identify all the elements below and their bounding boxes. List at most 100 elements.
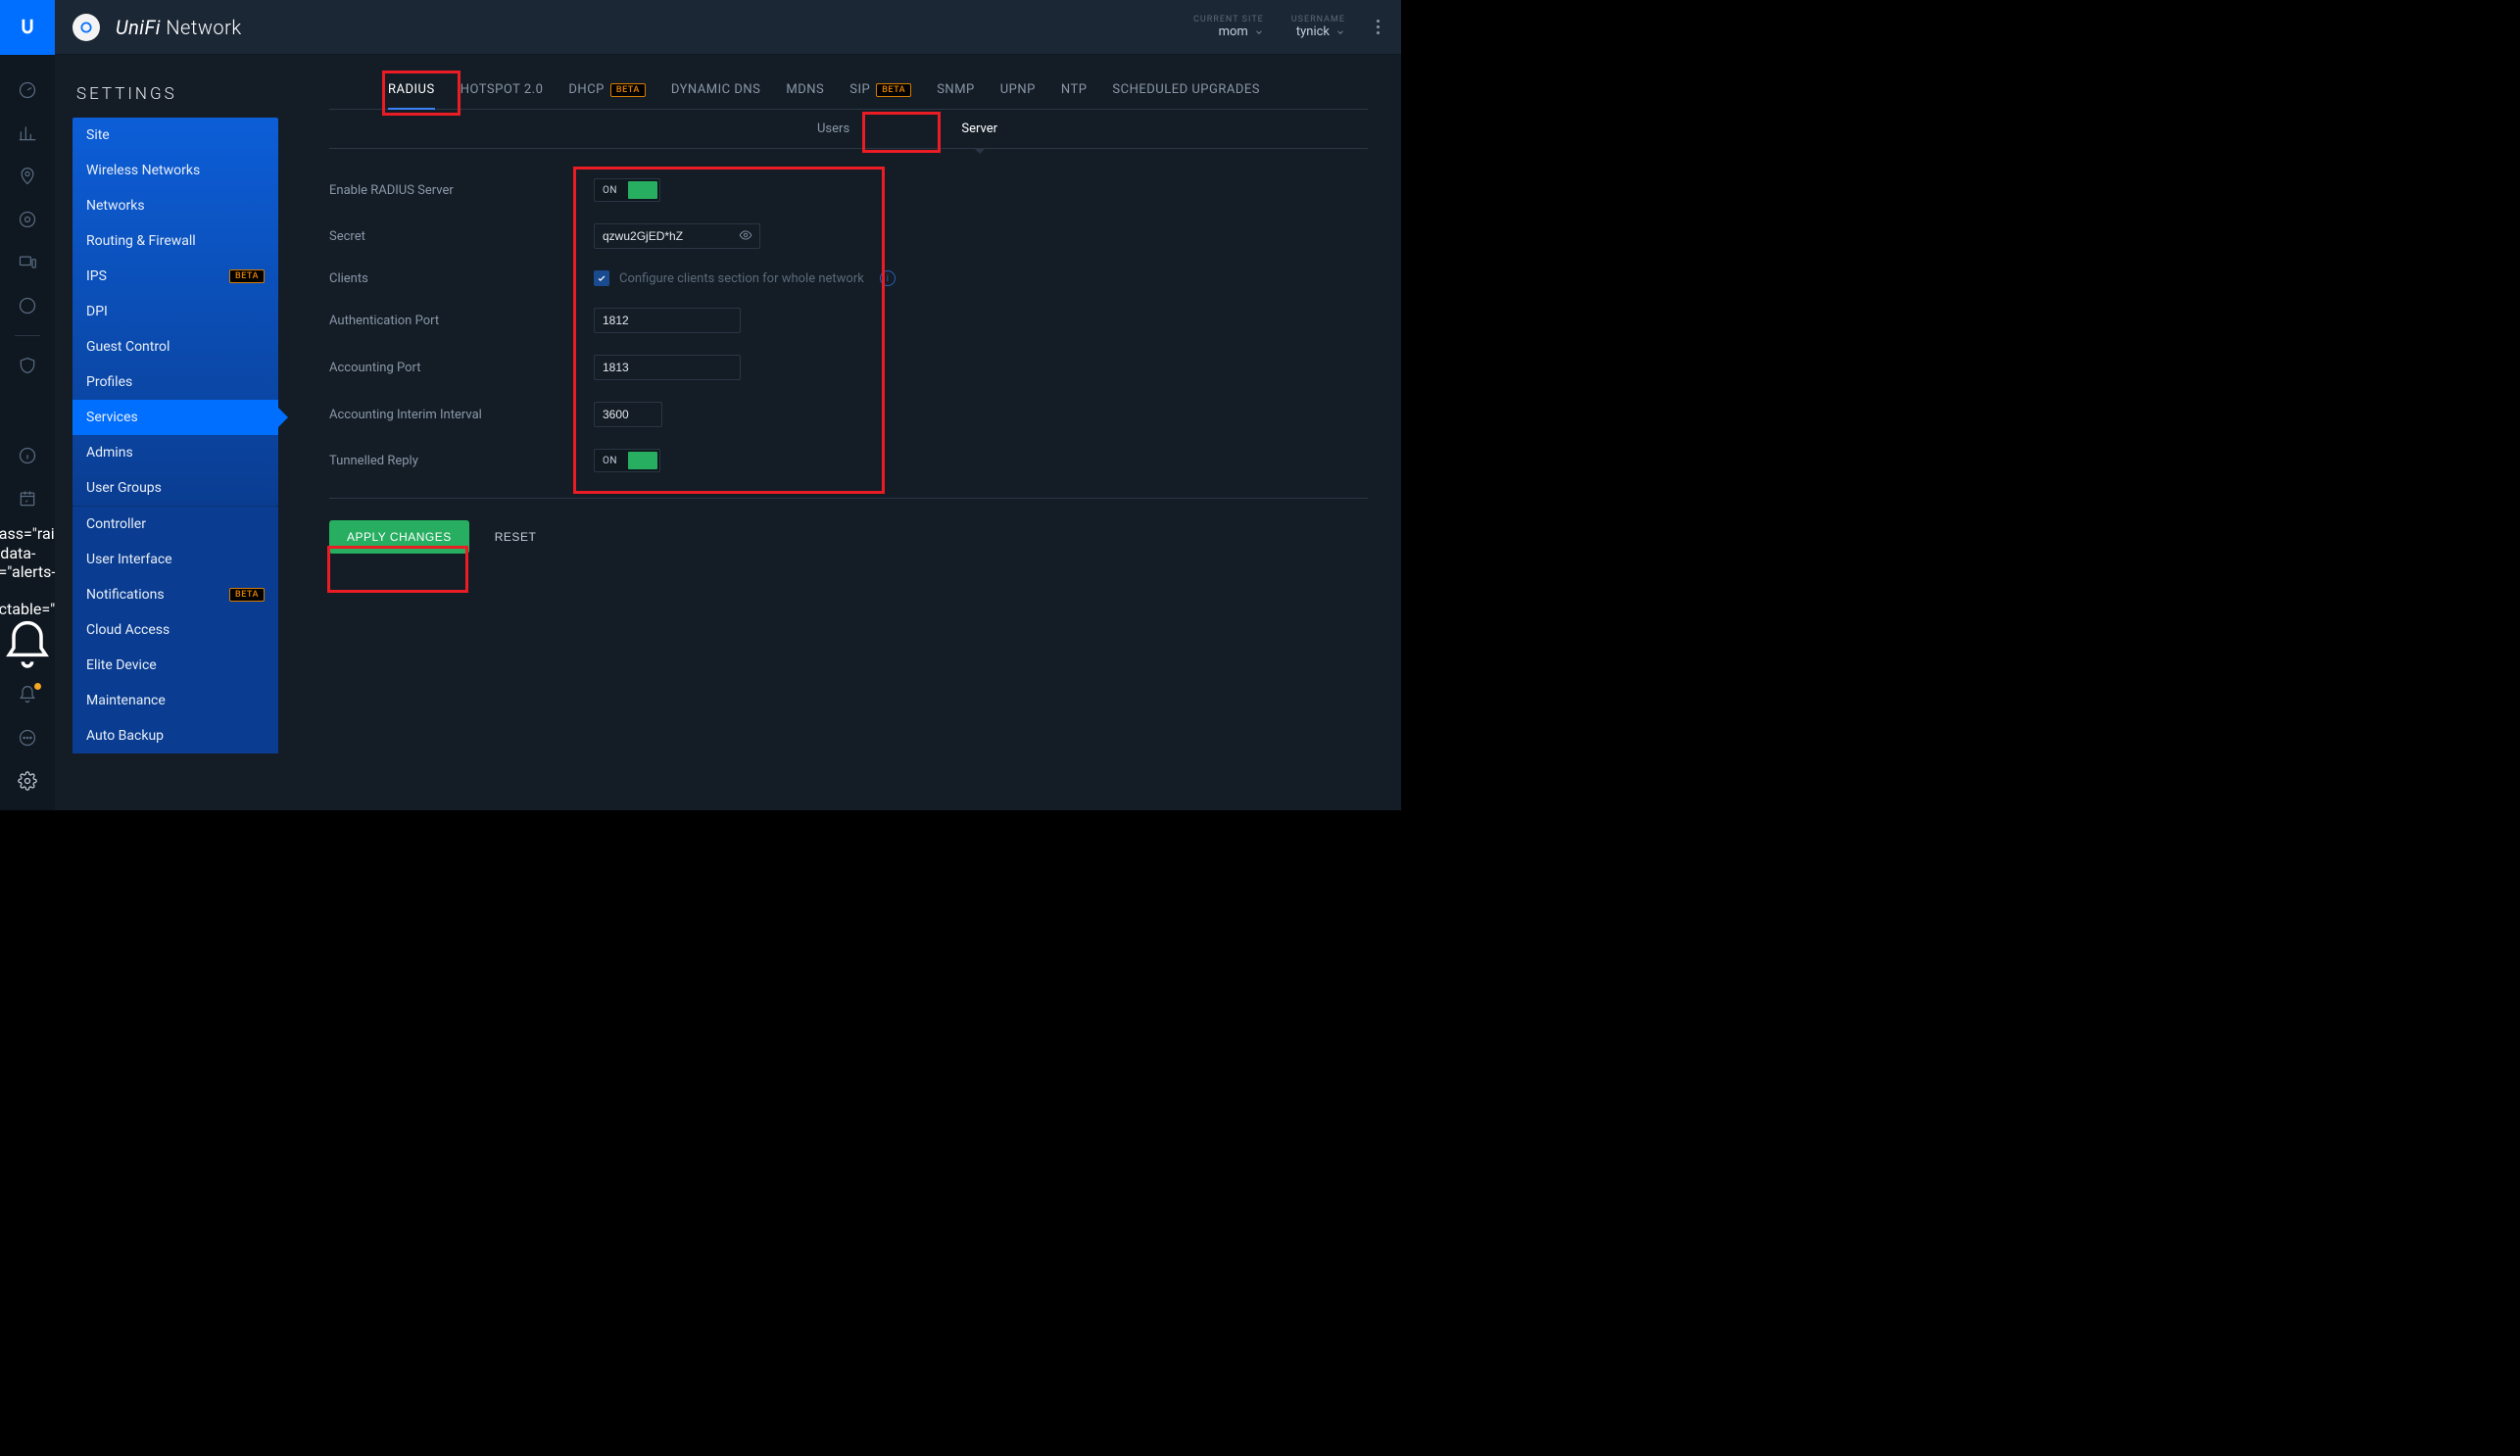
tab-dynamic-dns[interactable]: DYNAMIC DNS xyxy=(671,73,761,109)
acct-port-input[interactable] xyxy=(594,355,741,380)
sidebar-item-networks[interactable]: Networks xyxy=(73,188,278,223)
eye-icon[interactable] xyxy=(739,227,752,246)
tab-label: DYNAMIC DNS xyxy=(671,82,761,97)
subtab-label: Users xyxy=(817,121,849,136)
enable-radius-toggle[interactable]: ON xyxy=(594,178,660,202)
ubiquiti-logo[interactable] xyxy=(0,0,55,55)
security-icon[interactable] xyxy=(0,344,55,387)
tab-sip[interactable]: SIPBETA xyxy=(849,73,911,109)
more-menu-icon[interactable] xyxy=(1373,20,1383,34)
statistics-icon[interactable] xyxy=(0,112,55,155)
chevron-down-icon xyxy=(1335,27,1345,37)
map-icon[interactable] xyxy=(0,155,55,198)
nav-group-bottom: Controller User Interface Notifications B… xyxy=(73,506,278,753)
sidebar-item-user-groups[interactable]: User Groups xyxy=(73,470,278,506)
brand-text: UniFi Network xyxy=(116,16,242,39)
settings-gear-icon[interactable] xyxy=(0,759,55,802)
tab-ntp[interactable]: NTP xyxy=(1061,73,1088,109)
subtab-users[interactable]: Users xyxy=(809,110,857,148)
events-icon[interactable] xyxy=(0,477,55,520)
tab-dhcp[interactable]: DHCPBETA xyxy=(568,73,645,109)
sidebar-item-ips[interactable]: IPS BETA xyxy=(73,259,278,294)
sidebar-item-guest-control[interactable]: Guest Control xyxy=(73,329,278,364)
info-icon[interactable] xyxy=(0,434,55,477)
alerts-icon[interactable] xyxy=(0,673,55,716)
toggle-knob xyxy=(628,181,657,199)
brand-unifi: UniFi xyxy=(116,16,161,39)
sidebar-item-controller[interactable]: Controller xyxy=(73,507,278,542)
auth-port-label: Authentication Port xyxy=(329,314,594,328)
main-content: RADIUS HOTSPOT 2.0 DHCPBETA DYNAMIC DNS … xyxy=(296,55,1401,810)
top-header: UniFi Network CURRENT SITE mom USERNAME … xyxy=(55,0,1401,55)
tunnelled-reply-toggle[interactable]: ON xyxy=(594,449,660,472)
sidebar-item-routing-firewall[interactable]: Routing & Firewall xyxy=(73,223,278,259)
tab-scheduled-upgrades[interactable]: SCHEDULED UPGRADES xyxy=(1112,73,1260,109)
insights-icon[interactable] xyxy=(0,284,55,327)
sidebar-item-services[interactable]: Services xyxy=(73,400,278,435)
sidebar-item-label: Auto Backup xyxy=(86,728,164,744)
radius-server-form: Enable RADIUS Server ON Secret Clie xyxy=(329,149,1368,499)
sidebar-item-profiles[interactable]: Profiles xyxy=(73,364,278,400)
clients-label: Clients xyxy=(329,271,594,286)
username-value: tynick xyxy=(1296,24,1330,39)
tab-mdns[interactable]: MDNS xyxy=(786,73,824,109)
brand-circle-icon xyxy=(73,14,100,41)
sidebar-item-label: Controller xyxy=(86,516,146,532)
tab-label: UPNP xyxy=(1000,82,1036,97)
dashboard-icon[interactable] xyxy=(0,69,55,112)
secret-input[interactable] xyxy=(594,223,760,249)
toggle-on-label: ON xyxy=(595,185,625,196)
current-site-selector[interactable]: CURRENT SITE mom xyxy=(1193,15,1264,39)
sidebar-item-maintenance[interactable]: Maintenance xyxy=(73,683,278,718)
clients-icon[interactable] xyxy=(0,241,55,284)
username-selector[interactable]: USERNAME tynick xyxy=(1291,15,1345,39)
check-icon xyxy=(597,273,606,283)
sidebar-item-site[interactable]: Site xyxy=(73,118,278,153)
sidebar-item-label: IPS xyxy=(86,268,107,284)
sidebar-item-label: Routing & Firewall xyxy=(86,233,196,249)
tab-radius[interactable]: RADIUS xyxy=(388,73,435,109)
sidebar-item-wireless-networks[interactable]: Wireless Networks xyxy=(73,153,278,188)
devices-icon[interactable] xyxy=(0,198,55,241)
beta-badge: BETA xyxy=(229,588,265,602)
sidebar-item-notifications[interactable]: Notifications BETA xyxy=(73,577,278,612)
sidebar-item-label: Wireless Networks xyxy=(86,163,200,178)
sidebar-item-label: Profiles xyxy=(86,374,132,390)
chat-icon[interactable] xyxy=(0,716,55,759)
sidebar-item-label: Admins xyxy=(86,445,133,461)
sidebar-item-label: User Groups xyxy=(86,480,162,496)
acct-interval-input[interactable] xyxy=(594,402,662,427)
acct-interval-label: Accounting Interim Interval xyxy=(329,408,594,422)
current-site-value: mom xyxy=(1219,24,1248,39)
sidebar-item-user-interface[interactable]: User Interface xyxy=(73,542,278,577)
subtab-server[interactable]: Server xyxy=(953,110,1005,148)
username-label: USERNAME xyxy=(1291,15,1345,24)
tab-hotspot[interactable]: HOTSPOT 2.0 xyxy=(460,73,544,109)
auth-port-input[interactable] xyxy=(594,308,741,333)
left-icon-rail: <何 class="rail-icon notif" data-name="al… xyxy=(0,0,55,810)
chevron-down-icon xyxy=(1254,27,1264,37)
nav-group-top: Site Wireless Networks Networks Routing … xyxy=(73,118,278,506)
services-top-tabs: RADIUS HOTSPOT 2.0 DHCPBETA DYNAMIC DNS … xyxy=(329,73,1368,110)
beta-badge: BETA xyxy=(229,269,265,283)
rail-separator xyxy=(15,335,40,336)
tab-snmp[interactable]: SNMP xyxy=(937,73,975,109)
tab-label: NTP xyxy=(1061,82,1088,97)
tab-label: SCHEDULED UPGRADES xyxy=(1112,82,1260,97)
reset-button[interactable]: RESET xyxy=(489,529,543,545)
tab-upnp[interactable]: UPNP xyxy=(1000,73,1036,109)
sidebar-item-label: Notifications xyxy=(86,587,165,603)
sidebar-item-label: Cloud Access xyxy=(86,622,170,638)
apply-changes-button[interactable]: APPLY CHANGES xyxy=(329,520,469,554)
sidebar-item-dpi[interactable]: DPI xyxy=(73,294,278,329)
sidebar-item-elite-device[interactable]: Elite Device xyxy=(73,648,278,683)
sidebar-item-admins[interactable]: Admins xyxy=(73,435,278,470)
info-icon[interactable]: i xyxy=(880,270,896,286)
sidebar-item-auto-backup[interactable]: Auto Backup xyxy=(73,718,278,753)
clients-checkbox[interactable] xyxy=(594,270,609,286)
tab-label: RADIUS xyxy=(388,82,435,97)
sidebar-item-cloud-access[interactable]: Cloud Access xyxy=(73,612,278,648)
secret-label: Secret xyxy=(329,229,594,244)
acct-port-label: Accounting Port xyxy=(329,361,594,375)
tab-label: SNMP xyxy=(937,82,975,97)
